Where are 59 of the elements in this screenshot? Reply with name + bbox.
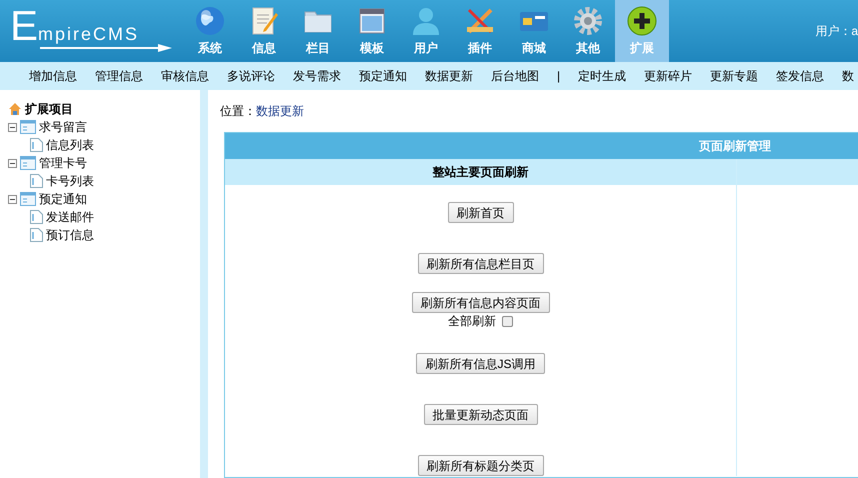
page-icon [30, 228, 43, 242]
page-icon [30, 174, 43, 188]
tree-item[interactable]: 预定通知 [39, 190, 87, 208]
subnav-link[interactable]: 多说评论 [227, 67, 275, 85]
subnav-link[interactable]: 更新碎片 [644, 67, 692, 85]
subnav-link[interactable]: 审核信息 [161, 67, 209, 85]
tree-item[interactable]: 发送邮件 [46, 208, 94, 226]
folder-list-icon [20, 120, 36, 134]
folder-list-icon [20, 156, 36, 170]
collapse-icon[interactable] [8, 194, 17, 204]
subnav-link[interactable]: | [557, 67, 560, 85]
nav-tab[interactable]: 模板 [345, 0, 399, 62]
refresh-button[interactable]: 刷新所有信息内容页面 [412, 292, 550, 313]
location-label: 位置： [220, 104, 256, 118]
refresh-button[interactable]: 刷新所有信息栏目页 [418, 253, 544, 274]
tree-item[interactable]: 信息列表 [46, 136, 94, 154]
refresh-button[interactable]: 刷新所有标题分类页 [418, 455, 544, 476]
tree-title: 扩展项目 [25, 101, 73, 118]
subnav-link[interactable]: 数 [842, 67, 854, 85]
tree-item[interactable]: 预订信息 [46, 226, 94, 244]
nav-tab[interactable]: 商城 [507, 0, 561, 62]
subnav-link[interactable]: 签发信息 [776, 67, 824, 85]
user-icon [410, 5, 442, 37]
collapse-icon[interactable] [8, 122, 17, 132]
refresh-button[interactable]: 刷新所有信息JS调用 [416, 353, 544, 374]
subnav-link[interactable]: 增加信息 [29, 67, 77, 85]
location-link[interactable]: 数据更新 [256, 104, 304, 118]
nav-tab[interactable]: 其他 [561, 0, 615, 62]
nav-tab[interactable]: 系统 [183, 0, 237, 62]
subnav-link[interactable]: 数据更新 [425, 67, 473, 85]
logo: EmpireCMS [0, 0, 183, 62]
nav-tab[interactable]: 栏目 [291, 0, 345, 62]
nav-tab[interactable]: 信息 [237, 0, 291, 62]
nav-tab[interactable]: 用户 [399, 0, 453, 62]
tree-item[interactable]: 卡号列表 [46, 172, 94, 190]
nav-tab[interactable]: 插件 [453, 0, 507, 62]
gear-icon [572, 5, 604, 37]
checkbox-label: 全部刷新 [448, 313, 496, 330]
tree-item[interactable]: 管理卡号 [39, 154, 87, 172]
folder-list-icon [20, 192, 36, 206]
home-icon [8, 102, 22, 116]
subnav-link[interactable]: 更新专题 [710, 67, 758, 85]
page-icon [30, 210, 43, 224]
globe-icon [194, 5, 226, 37]
refresh-button[interactable]: 刷新首页 [448, 202, 514, 223]
subnav-link[interactable]: 定时生成 [578, 67, 626, 85]
refresh-button[interactable]: 批量更新动态页面 [424, 404, 538, 425]
subnav-link[interactable]: 发号需求 [293, 67, 341, 85]
panel-header: 页面刷新管理 [225, 133, 858, 159]
subnav-link[interactable]: 预定通知 [359, 67, 407, 85]
plus-icon [626, 5, 658, 37]
section-header: 整站主要页面刷新 [225, 159, 736, 185]
subnav-link[interactable]: 后台地图 [491, 67, 539, 85]
checkbox[interactable] [502, 316, 513, 326]
tree-item[interactable]: 求号留言 [39, 118, 87, 136]
page-icon [30, 138, 43, 152]
subnav-link[interactable]: 管理信息 [95, 67, 143, 85]
collapse-icon[interactable] [8, 158, 17, 168]
user-label: 用户：a [815, 23, 858, 40]
